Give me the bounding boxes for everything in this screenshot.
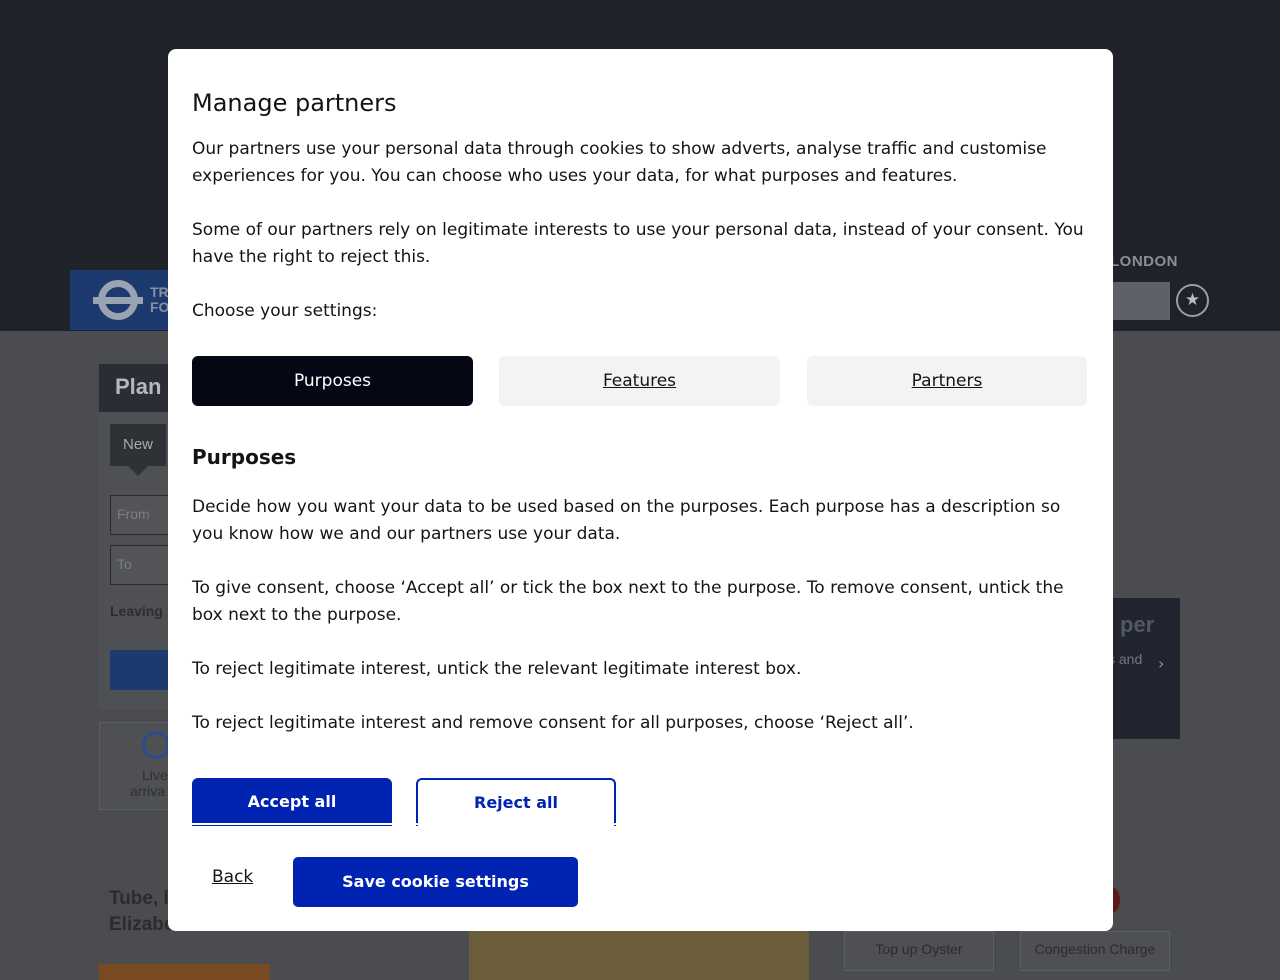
dialog-title: Manage partners	[192, 89, 397, 117]
promo-subtitle: s and	[1108, 651, 1143, 667]
clock-icon	[142, 731, 170, 759]
promo-title: per	[1120, 612, 1155, 637]
accept-all-button[interactable]: Accept all	[192, 778, 392, 826]
chevron-right-icon: ›	[1158, 654, 1165, 673]
reject-interest-instructions: To reject legitimate interest, untick th…	[192, 659, 802, 679]
back-link[interactable]: Back	[212, 867, 253, 887]
live-arrivals-label: Live arriva	[130, 767, 168, 799]
tab-features[interactable]: Features	[499, 356, 780, 406]
purposes-description: Decide how you want your data to be used…	[192, 497, 1061, 544]
tab-purposes[interactable]: Purposes	[192, 356, 473, 406]
congestion-charge-tile[interactable]: Congestion Charge	[1020, 931, 1170, 971]
consent-instructions: To give consent, choose ‘Accept all’ or …	[192, 578, 1064, 625]
news-image	[469, 931, 809, 980]
reject-all-instructions: To reject legitimate interest and remove…	[192, 713, 914, 733]
manage-partners-dialog: Manage partners Our partners use your pe…	[168, 49, 1113, 931]
roundel-logo-icon	[93, 280, 143, 320]
tab-partners[interactable]: Partners	[807, 356, 1087, 406]
reject-all-button[interactable]: Reject all	[416, 778, 616, 826]
from-field[interactable]: From	[110, 495, 170, 535]
legitimate-interest-text: Some of our partners rely on legitimate …	[192, 220, 1084, 267]
to-field[interactable]: To	[110, 545, 170, 585]
top-up-oyster-tile[interactable]: Top up Oyster	[844, 931, 994, 971]
choose-settings-label: Choose your settings:	[192, 301, 378, 321]
save-cookie-settings-button[interactable]: Save cookie settings	[293, 857, 578, 907]
scroll-divider	[168, 823, 1113, 825]
plan-journey-button[interactable]	[110, 650, 170, 690]
orange-banner	[99, 964, 270, 980]
status-heading: Tube, l Elizabe	[109, 888, 175, 935]
logo-text: TR FO	[150, 284, 170, 315]
london-label: LONDON	[1110, 253, 1178, 270]
star-icon[interactable]: ★	[1176, 284, 1209, 317]
plan-journey-title: Plan	[115, 374, 162, 399]
intro-text: Our partners use your personal data thro…	[192, 139, 1047, 186]
leaving-label: Leaving	[110, 603, 163, 619]
new-journey-tab[interactable]: New	[110, 424, 166, 476]
section-title: Purposes	[192, 445, 297, 469]
